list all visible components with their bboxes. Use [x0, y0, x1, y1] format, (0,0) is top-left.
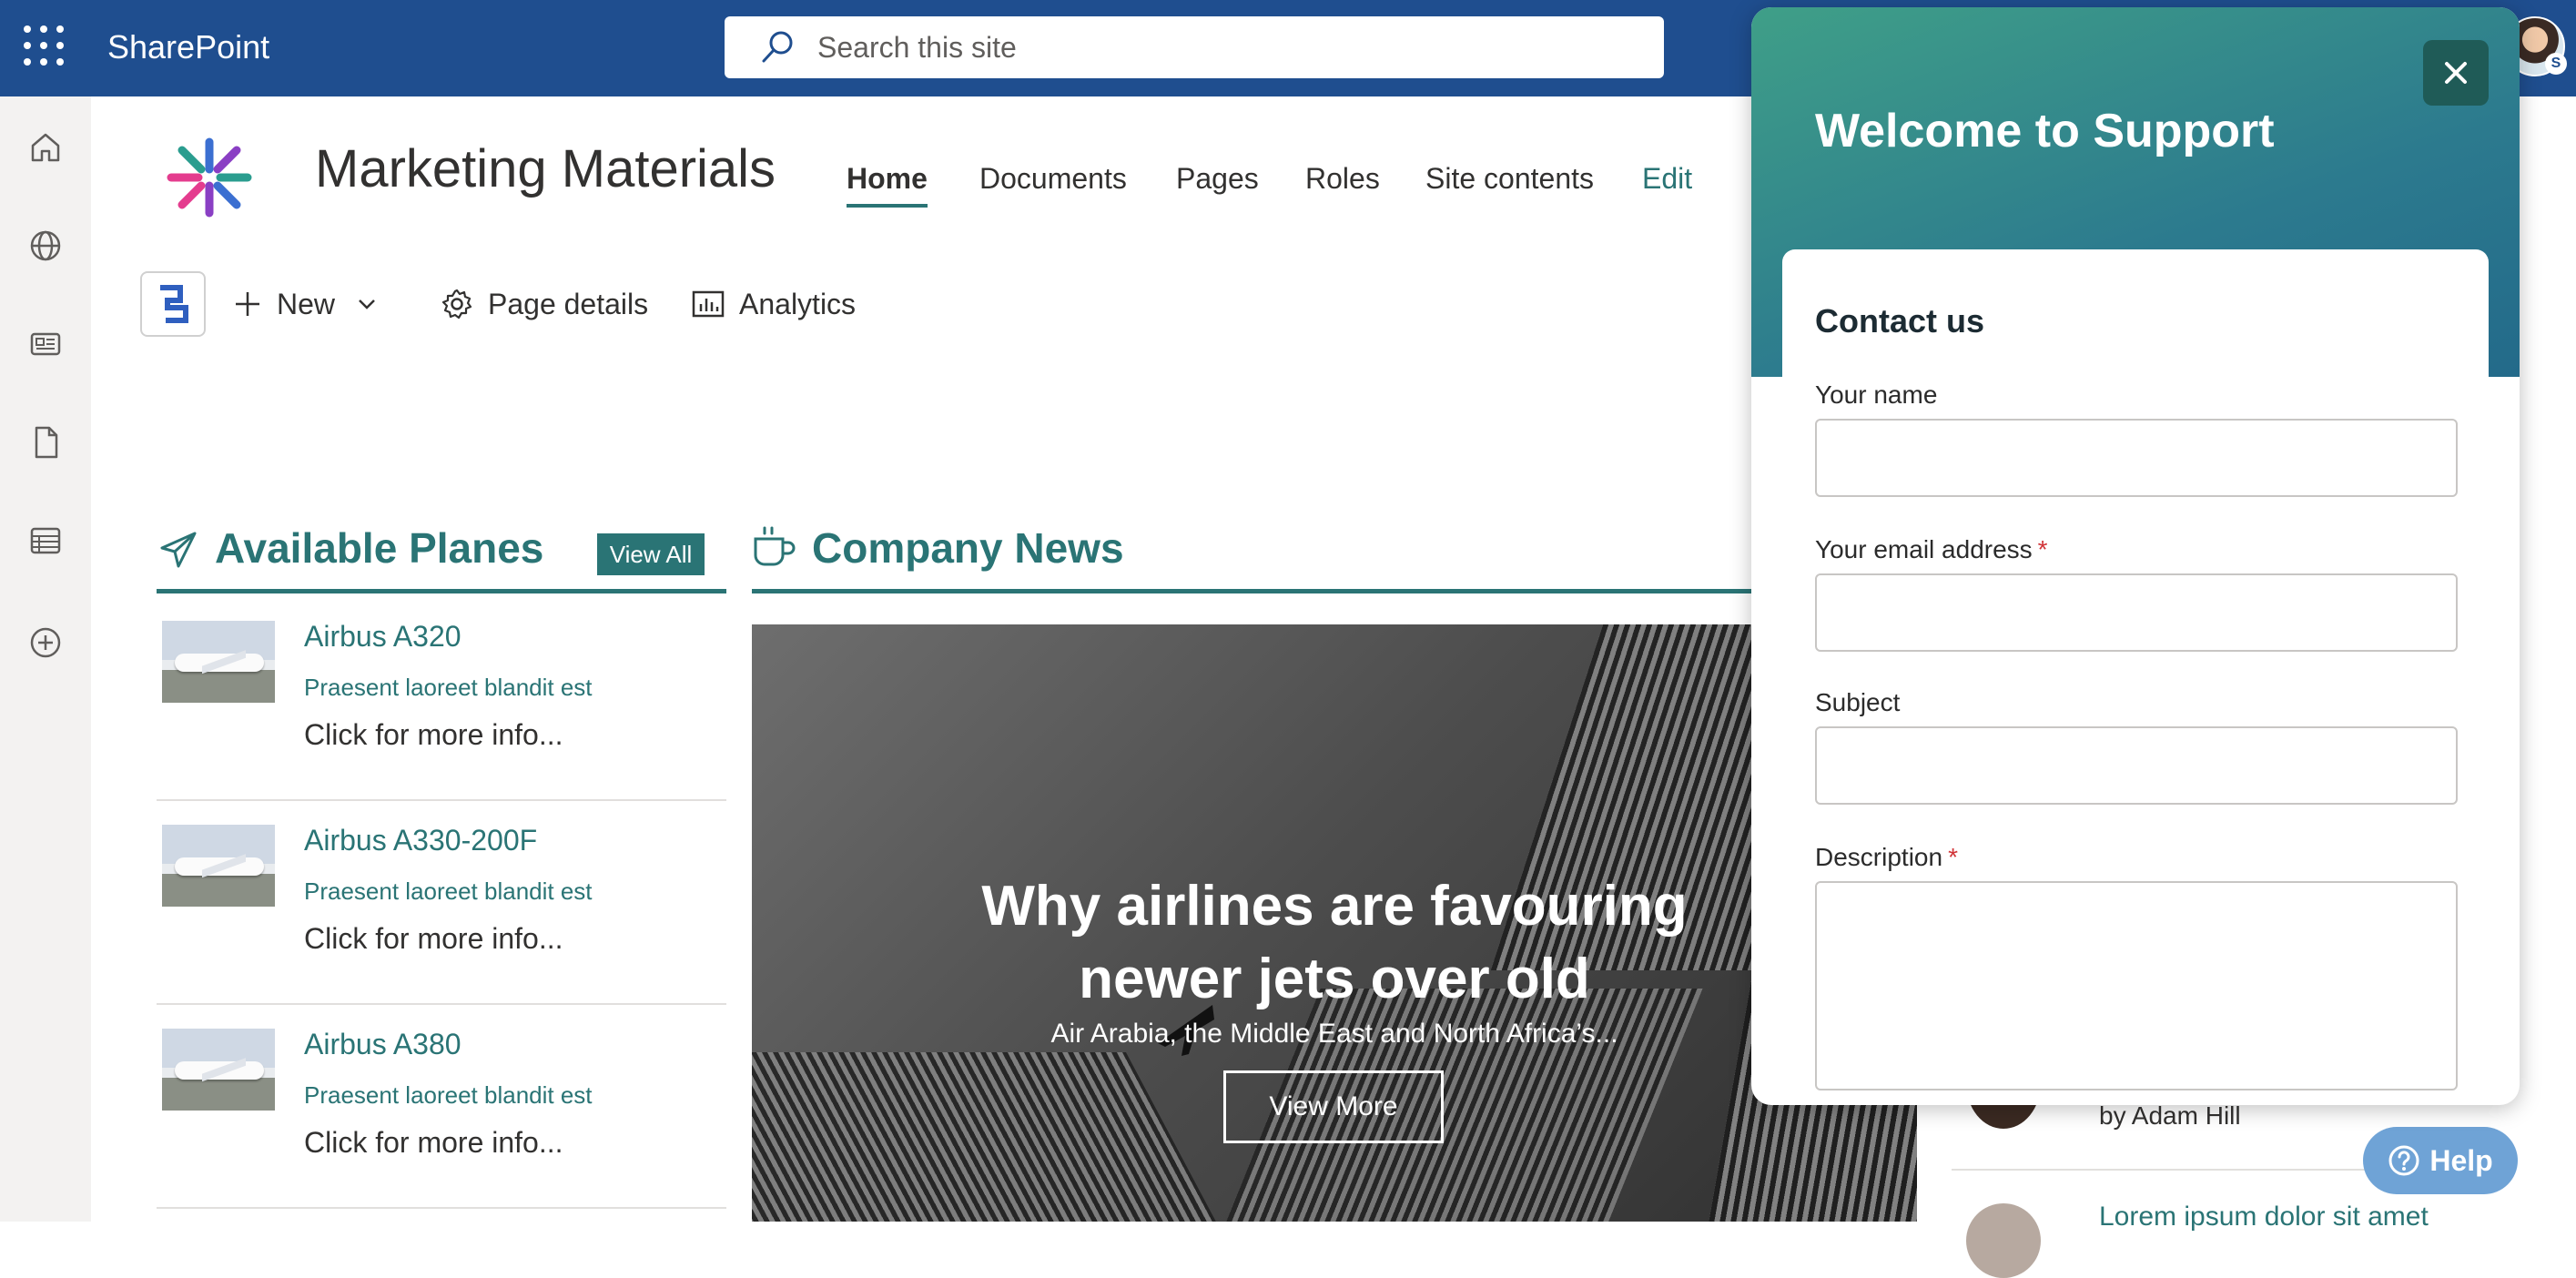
plane-item[interactable]: Airbus A380 Praesent laoreet blandit est… [157, 1007, 726, 1209]
news-link[interactable]: Lorem ipsum dolor sit amet [2099, 1202, 2429, 1232]
file-icon[interactable] [22, 419, 69, 466]
support-panel: Welcome to Support Contact us Your name … [1751, 7, 2520, 1105]
search-icon [762, 31, 793, 63]
plane-thumbnail [162, 1029, 275, 1111]
new-label: New [277, 287, 336, 320]
search-box[interactable] [725, 16, 1664, 78]
question-circle-icon [2388, 1145, 2419, 1176]
author-avatar[interactable] [1966, 1203, 2041, 1278]
support-title: Welcome to Support [1815, 105, 2275, 157]
subject-label: Subject [1815, 688, 1901, 716]
home-icon[interactable] [22, 124, 69, 171]
plane-item[interactable]: Airbus A330-200F Praesent laoreet blandi… [157, 803, 726, 1005]
plane-desc: Praesent laoreet blandit est [304, 674, 593, 701]
page-details-button[interactable]: Page details [441, 284, 648, 324]
news-icon[interactable] [22, 320, 69, 368]
app-name[interactable]: SharePoint [107, 27, 269, 67]
view-more-button[interactable]: View More [1223, 1070, 1444, 1143]
planes-title: Available Planes [215, 524, 544, 572]
close-icon [2445, 62, 2467, 84]
news-hero[interactable]: Why airlines are favouring newer jets ov… [752, 624, 1917, 1222]
airplane-icon [160, 532, 197, 568]
hero-subtitle: Air Arabia, the Middle East and North Af… [1050, 1019, 1618, 1049]
email-field[interactable] [1815, 573, 2458, 652]
site-logo-icon[interactable] [155, 127, 264, 228]
help-button[interactable]: Help [2363, 1127, 2518, 1194]
plane-thumbnail [162, 825, 275, 907]
plane-name[interactable]: Airbus A380 [304, 1025, 461, 1063]
nav-documents[interactable]: Documents [979, 160, 1127, 197]
globe-icon[interactable] [22, 222, 69, 269]
analytics-label: Analytics [739, 287, 857, 320]
plus-icon [236, 292, 259, 316]
contact-form-title: Contact us [1815, 302, 1985, 340]
plane-item[interactable]: Airbus A320 Praesent laoreet blandit est… [157, 599, 726, 801]
site-title[interactable]: Marketing Materials [315, 137, 776, 202]
nav-roles[interactable]: Roles [1305, 160, 1380, 197]
user-status-badge: S [2545, 53, 2567, 75]
nav-pages[interactable]: Pages [1176, 160, 1259, 197]
hero-title-line1: Why airlines are favouring [981, 875, 1688, 938]
analytics-icon [692, 290, 725, 318]
plane-more-link[interactable]: Click for more info... [304, 715, 563, 754]
news-header: Company News [752, 519, 1753, 593]
nav-site-contents[interactable]: Site contents [1425, 160, 1594, 197]
app-launcher-icon[interactable] [24, 25, 64, 66]
view-all-button[interactable]: View All [597, 533, 705, 575]
search-input[interactable] [817, 30, 1618, 65]
news-title: Company News [812, 524, 1124, 572]
plane-desc: Praesent laoreet blandit est [304, 1081, 593, 1109]
nav-edit[interactable]: Edit [1642, 160, 1692, 197]
email-label: Your email address * [1815, 535, 2048, 563]
gear-icon [441, 289, 472, 320]
subject-field[interactable] [1815, 726, 2458, 805]
news-byline: by Adam Hill [2099, 1101, 2241, 1130]
planes-header: Available Planes View All [157, 519, 726, 593]
add-circle-icon[interactable] [22, 619, 69, 666]
help-label: Help [2429, 1143, 2493, 1177]
new-button[interactable]: New [233, 284, 391, 324]
page-details-label: Page details [488, 287, 649, 320]
nav-home[interactable]: Home [847, 160, 928, 208]
close-button[interactable] [2423, 40, 2489, 106]
plane-more-link[interactable]: Click for more info... [304, 1123, 563, 1161]
app-logo-icon[interactable] [140, 271, 206, 337]
name-field[interactable] [1815, 419, 2458, 497]
hero-title[interactable]: Why airlines are favouring newer jets ov… [752, 870, 1917, 1016]
name-label: Your name [1815, 380, 1938, 409]
plane-desc: Praesent laoreet blandit est [304, 877, 593, 905]
plane-thumbnail [162, 621, 275, 703]
contact-form: Contact us Your name Your email address *… [1782, 249, 2489, 1105]
list-icon[interactable] [22, 517, 69, 564]
description-label: Description * [1815, 843, 1958, 871]
plane-name[interactable]: Airbus A330-200F [304, 821, 537, 859]
plane-more-link[interactable]: Click for more info... [304, 919, 563, 958]
analytics-button[interactable]: Analytics [692, 284, 856, 324]
plane-name[interactable]: Airbus A320 [304, 617, 461, 655]
description-field[interactable] [1815, 881, 2458, 1090]
hero-title-line2: newer jets over old [1079, 948, 1590, 1010]
chevron-down-icon [359, 299, 375, 309]
coffee-cup-icon [754, 526, 796, 566]
